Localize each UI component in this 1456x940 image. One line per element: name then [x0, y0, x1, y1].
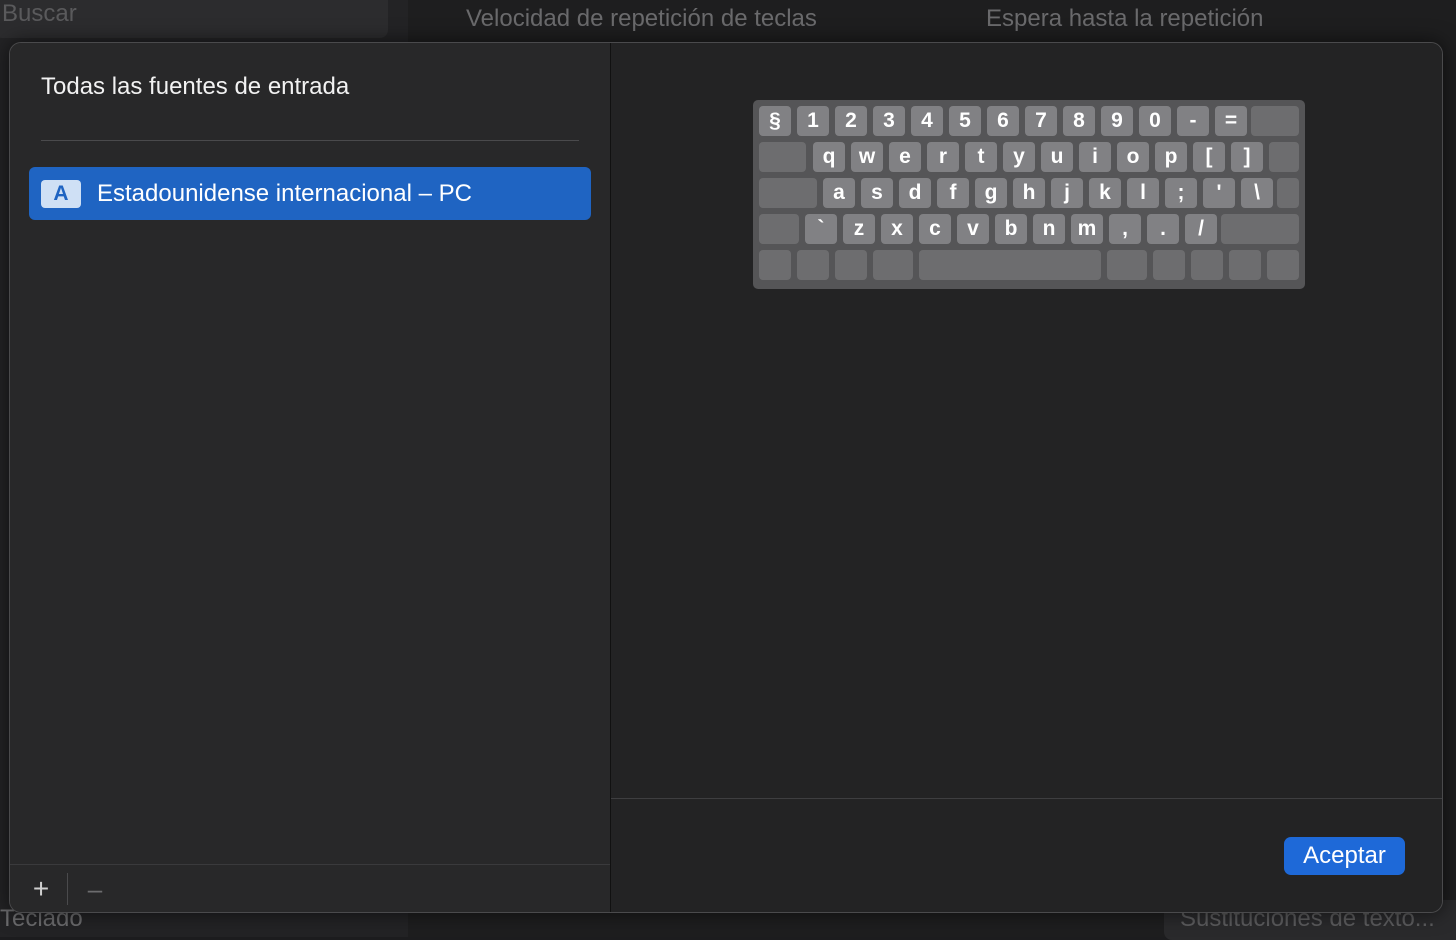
title-divider: [41, 140, 579, 141]
keyboard-key: /: [1185, 214, 1217, 244]
background-delay-label: Espera hasta la repetición: [986, 5, 1264, 32]
keyboard-key: z: [843, 214, 875, 244]
keyboard-key: d: [899, 178, 931, 208]
input-source-item[interactable]: A Estadounidense internacional – PC: [29, 167, 591, 220]
keyboard-key-blank: [1221, 214, 1299, 244]
keyboard-key-blank: [1251, 106, 1299, 136]
keyboard-key: j: [1051, 178, 1083, 208]
keyboard-key: n: [1033, 214, 1065, 244]
ok-button[interactable]: Aceptar: [1284, 837, 1405, 875]
keyboard-preview-pane: § 1 2 3 4 5 6 7 8 9 0- = q w e r t y u i o p[] a s d f g h j k l; ' \ ` z x…: [611, 43, 1442, 912]
keyboard-key: 7: [1025, 106, 1057, 136]
keyboard-key: 2: [835, 106, 867, 136]
footer-divider: [10, 864, 610, 865]
keyboard-key: k: [1089, 178, 1121, 208]
keyboard-key: p: [1155, 142, 1187, 172]
keyboard-key: =: [1215, 106, 1247, 136]
keyboard-key-blank: [1153, 250, 1185, 280]
keyboard-key-blank: [1269, 142, 1299, 172]
remove-source-button[interactable]: –: [82, 874, 108, 904]
keyboard-key: m: [1071, 214, 1103, 244]
input-source-badge-icon: A: [41, 180, 81, 208]
input-source-label: Estadounidense internacional – PC: [97, 180, 472, 207]
keyboard-key: l: [1127, 178, 1159, 208]
keyboard-preview: § 1 2 3 4 5 6 7 8 9 0- = q w e r t y u i o p[] a s d f g h j k l; ' \ ` z x…: [753, 100, 1305, 289]
keyboard-key: ;: [1165, 178, 1197, 208]
keyboard-key: 3: [873, 106, 905, 136]
keyboard-key-blank: [1229, 250, 1261, 280]
keyboard-key: 5: [949, 106, 981, 136]
keyboard-key: [: [1193, 142, 1225, 172]
keyboard-key-blank: [759, 178, 817, 208]
keyboard-key: i: [1079, 142, 1111, 172]
keyboard-key-blank: [1277, 178, 1299, 208]
background-key-repeat-label: Velocidad de repetición de teclas: [466, 5, 817, 32]
keyboard-key: 1: [797, 106, 829, 136]
keyboard-key: \: [1241, 178, 1273, 208]
keyboard-key: `: [805, 214, 837, 244]
keyboard-key: q: [813, 142, 845, 172]
keyboard-key: b: [995, 214, 1027, 244]
keyboard-key-blank: [759, 142, 806, 172]
button-divider: [67, 873, 68, 905]
keyboard-key: u: [1041, 142, 1073, 172]
keyboard-key-blank: [759, 214, 799, 244]
keyboard-key: f: [937, 178, 969, 208]
keyboard-key: 8: [1063, 106, 1095, 136]
keyboard-key: 4: [911, 106, 943, 136]
right-footer-divider: [611, 798, 1442, 799]
keyboard-key: e: [889, 142, 921, 172]
keyboard-key-blank: [1191, 250, 1223, 280]
keyboard-key: c: [919, 214, 951, 244]
keyboard-key: g: [975, 178, 1007, 208]
keyboard-key-blank: [873, 250, 913, 280]
keyboard-key-blank: [1267, 250, 1299, 280]
keyboard-key: a: [823, 178, 855, 208]
keyboard-key: .: [1147, 214, 1179, 244]
keyboard-key-blank: [835, 250, 867, 280]
keyboard-key: §: [759, 106, 791, 136]
keyboard-key: ,: [1109, 214, 1141, 244]
keyboard-key: o: [1117, 142, 1149, 172]
keyboard-key: -: [1177, 106, 1209, 136]
input-sources-sheet: Todas las fuentes de entrada A Estadouni…: [9, 42, 1443, 913]
keyboard-key: w: [851, 142, 883, 172]
input-sources-list-pane: Todas las fuentes de entrada A Estadouni…: [10, 43, 610, 912]
keyboard-key: y: [1003, 142, 1035, 172]
keyboard-key: r: [927, 142, 959, 172]
add-source-button[interactable]: +: [28, 874, 54, 904]
list-title: Todas las fuentes de entrada: [41, 73, 350, 100]
keyboard-key: ]: [1231, 142, 1263, 172]
background-search-placeholder: Buscar: [2, 0, 77, 27]
keyboard-key: 0: [1139, 106, 1171, 136]
keyboard-key-blank: [919, 250, 1101, 280]
keyboard-key: t: [965, 142, 997, 172]
keyboard-key-blank: [1107, 250, 1147, 280]
keyboard-key: 6: [987, 106, 1019, 136]
keyboard-key-blank: [759, 250, 791, 280]
keyboard-key: s: [861, 178, 893, 208]
keyboard-key: ': [1203, 178, 1235, 208]
keyboard-key-blank: [797, 250, 829, 280]
keyboard-key: 9: [1101, 106, 1133, 136]
keyboard-key: v: [957, 214, 989, 244]
keyboard-key: x: [881, 214, 913, 244]
keyboard-key: h: [1013, 178, 1045, 208]
